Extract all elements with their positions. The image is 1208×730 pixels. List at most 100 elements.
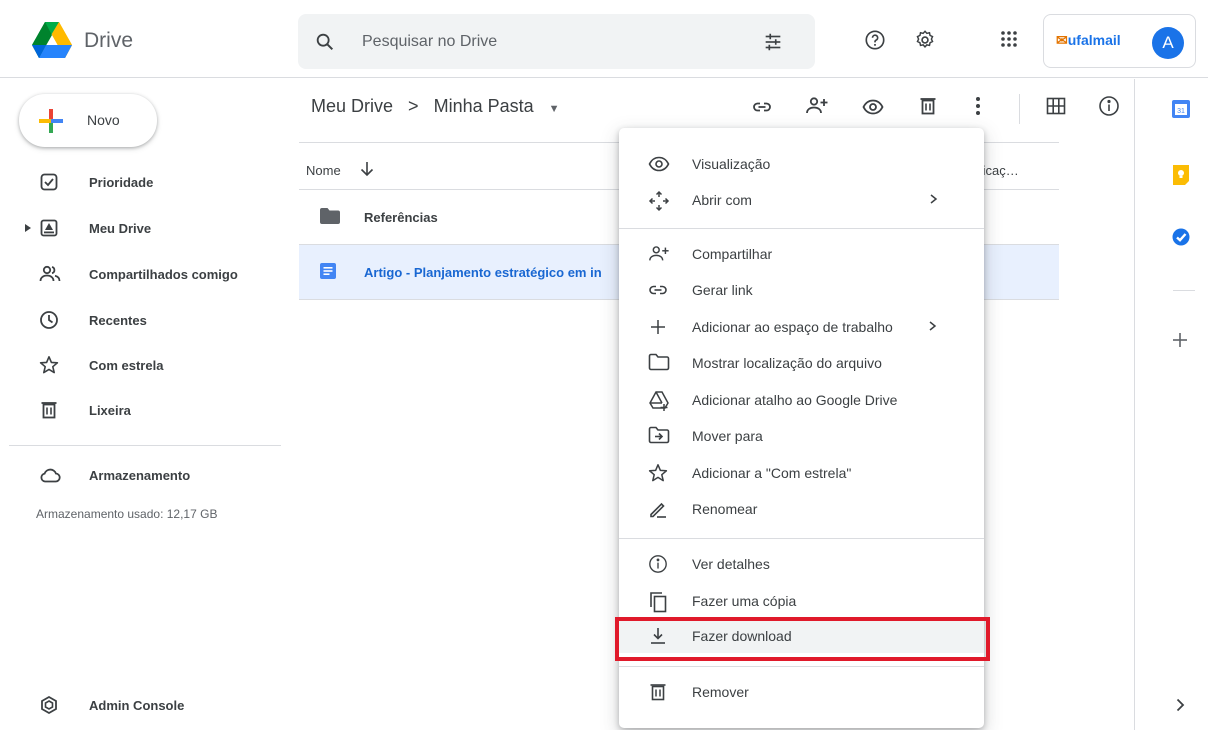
link-icon xyxy=(648,280,668,300)
clock-icon xyxy=(39,310,59,330)
account-switcher[interactable]: ✉ufalmail A xyxy=(1043,14,1196,68)
storage-usage-text: Armazenamento usado: 12,17 GB xyxy=(36,507,218,521)
menu-item-view-details[interactable]: Ver detalhes xyxy=(619,547,984,581)
tasks-icon[interactable] xyxy=(1171,227,1191,247)
keep-icon[interactable] xyxy=(1171,163,1191,185)
menu-item-add-shortcut[interactable]: Adicionar atalho ao Google Drive xyxy=(619,383,984,417)
sidebar-item-my-drive[interactable]: Meu Drive xyxy=(0,209,290,249)
move-arrows-icon xyxy=(648,190,670,212)
star-icon xyxy=(648,463,668,483)
info-icon xyxy=(648,554,668,574)
menu-item-share[interactable]: Compartilhar xyxy=(619,237,984,271)
top-bar: Drive Pesquisar no Drive ✉ufalmail A xyxy=(0,0,1208,78)
more-vert-icon[interactable] xyxy=(974,96,982,116)
menu-separator xyxy=(619,538,984,539)
sidebar-item-shared[interactable]: Compartilhados comigo xyxy=(0,255,290,295)
chevron-right-icon xyxy=(927,192,939,206)
sidebar-item-label: Compartilhados comigo xyxy=(89,267,238,282)
menu-item-rename[interactable]: Renomear xyxy=(619,492,984,526)
search-icon[interactable] xyxy=(314,31,336,53)
menu-item-add-to-workspace[interactable]: Adicionar ao espaço de trabalho xyxy=(619,310,984,344)
sidebar-item-priority[interactable]: Prioridade xyxy=(0,163,290,203)
apps-grid-icon[interactable] xyxy=(999,29,1019,49)
move-to-icon xyxy=(648,426,670,444)
chevron-right-icon xyxy=(926,319,938,333)
add-person-icon[interactable] xyxy=(805,96,829,116)
drive-logo-icon[interactable] xyxy=(31,21,73,61)
breadcrumb-root[interactable]: Meu Drive xyxy=(311,96,393,116)
drive-shortcut-icon xyxy=(648,390,670,412)
menu-item-add-star[interactable]: Adicionar a "Com estrela" xyxy=(619,456,984,490)
sidebar-item-label: Recentes xyxy=(89,313,147,328)
org-logo: ✉ufalmail xyxy=(1056,32,1121,48)
avatar[interactable]: A xyxy=(1152,27,1184,59)
sidebar-item-label: Armazenamento xyxy=(89,468,191,483)
breadcrumb: Meu Drive > Minha Pasta ▼ xyxy=(311,96,570,117)
star-icon xyxy=(39,355,59,375)
brand-name: Drive xyxy=(84,29,134,52)
sidebar-item-label: Admin Console xyxy=(89,698,185,713)
search-options-icon[interactable] xyxy=(762,31,784,53)
sidebar-divider xyxy=(9,445,281,446)
trash-icon[interactable] xyxy=(918,96,938,116)
toolbar-divider xyxy=(1019,94,1020,124)
help-icon[interactable] xyxy=(864,29,886,51)
menu-item-make-copy[interactable]: Fazer uma cópia xyxy=(619,584,984,618)
column-header-name-label: Nome xyxy=(306,163,341,178)
my-drive-icon xyxy=(39,218,59,238)
info-icon[interactable] xyxy=(1098,95,1120,117)
side-panel-divider xyxy=(1134,79,1135,730)
sidebar-item-recent[interactable]: Recentes xyxy=(0,301,290,341)
sidebar-item-storage[interactable]: Armazenamento xyxy=(0,456,290,496)
file-name: Referências xyxy=(364,210,438,225)
sidebar-item-starred[interactable]: Com estrela xyxy=(0,346,290,386)
menu-item-get-link[interactable]: Gerar link xyxy=(619,273,984,307)
expand-caret-icon[interactable] xyxy=(24,223,32,233)
settings-gear-icon[interactable] xyxy=(914,29,936,51)
breadcrumb-separator: > xyxy=(408,96,419,116)
add-person-icon xyxy=(648,244,670,264)
admin-console-icon xyxy=(39,695,59,715)
menu-item-show-location[interactable]: Mostrar localização do arquivo xyxy=(619,346,984,380)
side-panel-separator xyxy=(1173,290,1195,291)
new-plus-icon xyxy=(37,107,65,135)
copy-icon xyxy=(648,591,668,613)
calendar-icon[interactable]: 31 xyxy=(1171,99,1191,119)
shared-icon xyxy=(39,264,61,284)
add-addon-plus-icon[interactable] xyxy=(1171,331,1189,349)
folder-icon xyxy=(319,207,341,225)
menu-item-move-to[interactable]: Mover para xyxy=(619,419,984,453)
menu-item-open-with[interactable]: Abrir com xyxy=(619,183,984,217)
sidebar-item-label: Lixeira xyxy=(89,403,131,418)
eye-icon xyxy=(648,154,670,174)
column-header-name[interactable]: Nome xyxy=(306,162,374,178)
trash-icon xyxy=(39,400,59,420)
folder-outline-icon xyxy=(648,353,670,371)
envelope-icon: ✉ xyxy=(1056,32,1068,48)
file-name: Artigo - Planjamento estratégico em in xyxy=(364,265,602,280)
menu-item-remove[interactable]: Remover xyxy=(619,675,984,709)
sidebar-item-admin-console[interactable]: Admin Console xyxy=(0,686,290,726)
eye-icon[interactable] xyxy=(862,97,884,117)
sidebar-item-trash[interactable]: Lixeira xyxy=(0,391,290,431)
plus-icon xyxy=(648,317,668,337)
link-icon[interactable] xyxy=(752,97,772,117)
svg-text:31: 31 xyxy=(1177,108,1185,115)
column-header-modified[interactable]: ficaç… xyxy=(979,163,1019,178)
grid-view-icon[interactable] xyxy=(1046,97,1066,115)
sidebar-item-label: Com estrela xyxy=(89,358,164,373)
new-button[interactable]: Novo xyxy=(19,94,157,147)
download-highlight-box xyxy=(615,617,990,661)
chevron-right-icon[interactable] xyxy=(1171,696,1189,714)
pencil-icon xyxy=(648,499,668,519)
menu-item-preview[interactable]: Visualização xyxy=(619,147,984,181)
search-input[interactable]: Pesquisar no Drive xyxy=(362,33,497,51)
breadcrumb-current[interactable]: Minha Pasta xyxy=(434,96,534,116)
menu-separator xyxy=(619,666,984,667)
sort-arrow-down-icon[interactable] xyxy=(360,161,374,177)
menu-separator xyxy=(619,228,984,229)
chevron-down-icon[interactable]: ▼ xyxy=(549,103,560,115)
search-bar[interactable]: Pesquisar no Drive xyxy=(298,14,815,69)
cloud-icon xyxy=(39,465,61,485)
priority-icon xyxy=(39,172,59,192)
